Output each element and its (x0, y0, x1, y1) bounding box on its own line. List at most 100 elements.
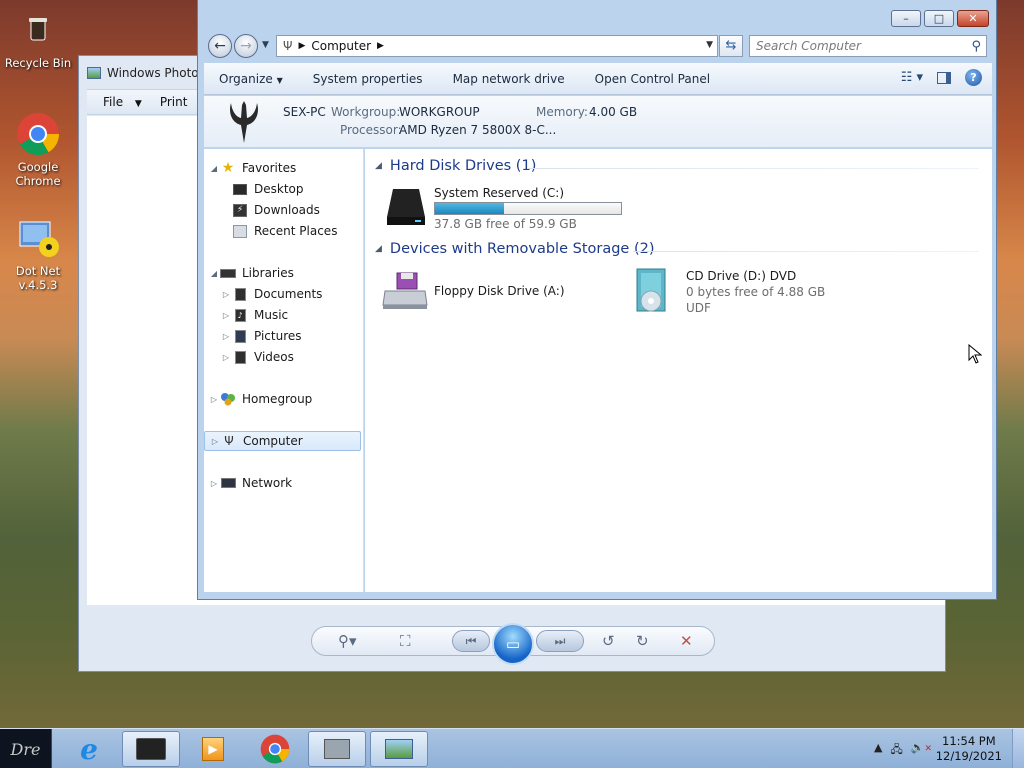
preview-pane-icon[interactable] (937, 71, 951, 84)
collapse-group-icon[interactable]: ◢ (375, 244, 382, 254)
breadcrumb-chevron-icon[interactable]: ▶ (377, 41, 384, 51)
nav-desktop[interactable]: Desktop (220, 179, 378, 199)
nav-homegroup[interactable]: ▷ Homegroup (208, 389, 366, 409)
back-button[interactable]: ← (208, 34, 232, 58)
expand-arrow-icon[interactable]: ▷ (208, 479, 220, 488)
group-header-hard-disk-drives[interactable]: ◢ Hard Disk Drives (1) (375, 158, 536, 174)
delete-icon[interactable]: ✕ (680, 632, 693, 652)
zoom-icon[interactable]: ⚲▾ (338, 632, 357, 652)
drive-c-free-space: 37.8 GB free of 59.9 GB (434, 217, 577, 231)
actual-size-icon[interactable]: ⛶ (400, 632, 411, 652)
start-button[interactable]: Dre (0, 729, 52, 768)
forward-button[interactable]: → (234, 34, 258, 58)
next-icon[interactable]: ⏭ (536, 630, 584, 652)
explorer-window[interactable]: – □ ✕ ← → ▼ Ψ ▶ Computer ▶ ▼ ⇆ Search Co… (197, 0, 997, 600)
cd-drive-filesystem: UDF (686, 301, 711, 315)
computer-small-icon: Ψ (283, 39, 293, 53)
address-bar[interactable]: Ψ ▶ Computer ▶ ▼ (276, 35, 718, 57)
slideshow-button[interactable]: ▭ (492, 623, 534, 665)
chrome-icon (260, 734, 290, 764)
collapse-arrow-icon[interactable]: ◢ (208, 269, 220, 278)
documents-icon (232, 286, 248, 302)
minimize-button[interactable]: – (891, 10, 921, 27)
desktop-icon-google-chrome[interactable]: Google Chrome (0, 112, 76, 188)
desktop-icon-recycle-bin[interactable]: Recycle Bin (0, 8, 76, 70)
file-menu[interactable]: File ▼ (103, 95, 142, 109)
address-history-dropdown-icon[interactable]: ▼ (706, 40, 713, 50)
drive-c-usage-fill (435, 203, 504, 214)
drive-item-cd[interactable]: CD Drive (D:) DVD 0 bytes free of 4.88 G… (633, 267, 873, 319)
system-properties-button[interactable]: System properties (298, 72, 438, 86)
taskbar-explorer[interactable] (122, 731, 180, 767)
expand-arrow-icon[interactable]: ▷ (208, 395, 220, 404)
collapse-arrow-icon[interactable]: ◢ (208, 164, 220, 173)
nav-libraries[interactable]: ◢ Libraries (208, 263, 366, 283)
previous-icon[interactable]: ⏮ (452, 630, 490, 652)
clock-time: 11:54 PM (942, 734, 996, 748)
expand-arrow-icon[interactable]: ▷ (220, 290, 232, 299)
volume-muted-icon[interactable]: 🔈✕ (911, 741, 932, 760)
refresh-button[interactable]: ⇆ (719, 35, 743, 57)
breadcrumb-chevron-icon[interactable]: ▶ (298, 41, 305, 51)
clock[interactable]: 11:54 PM 12/19/2021 (936, 734, 1002, 764)
computer-logo-icon (230, 101, 258, 143)
taskbar: Dre e ▶ ▲ 🖧 🔈✕ 11:54 PM 12/19/2021 (0, 728, 1024, 768)
close-button[interactable]: ✕ (957, 10, 989, 27)
drive-item-floppy[interactable]: Floppy Disk Drive (A:) (377, 267, 607, 317)
taskbar-app-window[interactable] (308, 731, 366, 767)
taskbar-chrome[interactable] (246, 731, 304, 767)
expand-arrow-icon[interactable]: ▷ (220, 332, 232, 341)
hard-drive-icon (387, 189, 425, 225)
nav-favorites[interactable]: ◢ ★ Favorites (208, 158, 366, 178)
navigation-pane: ◢ ★ Favorites Desktop ⚡ Downloads Recent… (204, 149, 364, 592)
photo-viewer-controls: ⚲▾ ⛶ ⏮ ▭ ⏭ ↺ ↻ ✕ (311, 623, 715, 665)
rotate-clockwise-icon[interactable]: ↻ (636, 632, 649, 652)
expand-arrow-icon[interactable]: ▷ (220, 353, 232, 362)
address-row: ← → ▼ Ψ ▶ Computer ▶ ▼ ⇆ Search Computer… (206, 33, 990, 59)
taskbar-media-player[interactable]: ▶ (184, 731, 242, 767)
show-hidden-icons-icon[interactable]: ▲ (874, 741, 882, 760)
clock-date: 12/19/2021 (935, 749, 1002, 763)
drive-item-c[interactable]: System Reserved (C:) 37.8 GB free of 59.… (377, 183, 637, 231)
show-desktop-button[interactable] (1012, 729, 1024, 768)
breadcrumb-computer[interactable]: Computer (311, 39, 371, 53)
nav-network[interactable]: ▷ Network (208, 473, 366, 493)
videos-icon (232, 349, 248, 365)
content-pane: ◢ Hard Disk Drives (1) System Reserved (… (365, 149, 992, 592)
internet-explorer-icon: e (80, 732, 98, 766)
processor-value: AMD Ryzen 7 5800X 8-C... (399, 123, 557, 137)
search-icon[interactable]: ⚲ (971, 37, 981, 57)
recent-pages-dropdown[interactable]: ▼ (262, 40, 269, 50)
group-header-removable-storage[interactable]: ◢ Devices with Removable Storage (2) (375, 241, 655, 257)
star-icon: ★ (221, 160, 235, 176)
nav-music[interactable]: ▷ ♪ Music (220, 305, 378, 325)
taskbar-photo-viewer[interactable] (370, 731, 428, 767)
desktop-icon-dot-net[interactable]: Dot Net v.4.5.3 (0, 216, 76, 292)
expand-arrow-icon[interactable]: ▷ (209, 437, 221, 446)
network-status-icon[interactable]: 🖧 (890, 741, 902, 760)
nav-pictures[interactable]: ▷ Pictures (220, 326, 378, 346)
search-input[interactable]: Search Computer ⚲ (749, 35, 987, 57)
nav-documents[interactable]: ▷ Documents (220, 284, 378, 304)
nav-downloads[interactable]: ⚡ Downloads (220, 200, 378, 220)
taskbar-internet-explorer[interactable]: e (60, 731, 118, 767)
nav-computer[interactable]: ▷ Ψ Computer (204, 431, 361, 451)
maximize-button[interactable]: □ (924, 10, 954, 27)
collapse-group-icon[interactable]: ◢ (375, 161, 382, 171)
change-view-icon[interactable]: ☷ ▾ (901, 70, 923, 85)
print-menu[interactable]: Print (160, 95, 188, 109)
nav-videos[interactable]: ▷ Videos (220, 347, 378, 367)
nav-recent-places[interactable]: Recent Places (220, 221, 378, 241)
expand-arrow-icon[interactable]: ▷ (220, 311, 232, 320)
computer-icon: Ψ (224, 434, 234, 448)
drive-c-usage-bar (434, 202, 622, 215)
command-bar: Organize ▼ System properties Map network… (204, 63, 992, 95)
open-control-panel-button[interactable]: Open Control Panel (580, 72, 725, 86)
help-icon[interactable]: ? (965, 69, 982, 86)
map-network-drive-button[interactable]: Map network drive (438, 72, 580, 86)
group-divider (527, 168, 979, 169)
recycle-bin-icon (16, 8, 60, 52)
desktop-icon-label: Dot Net v.4.5.3 (15, 264, 61, 292)
rotate-counterclockwise-icon[interactable]: ↺ (602, 632, 615, 652)
organize-button[interactable]: Organize ▼ (204, 72, 298, 86)
